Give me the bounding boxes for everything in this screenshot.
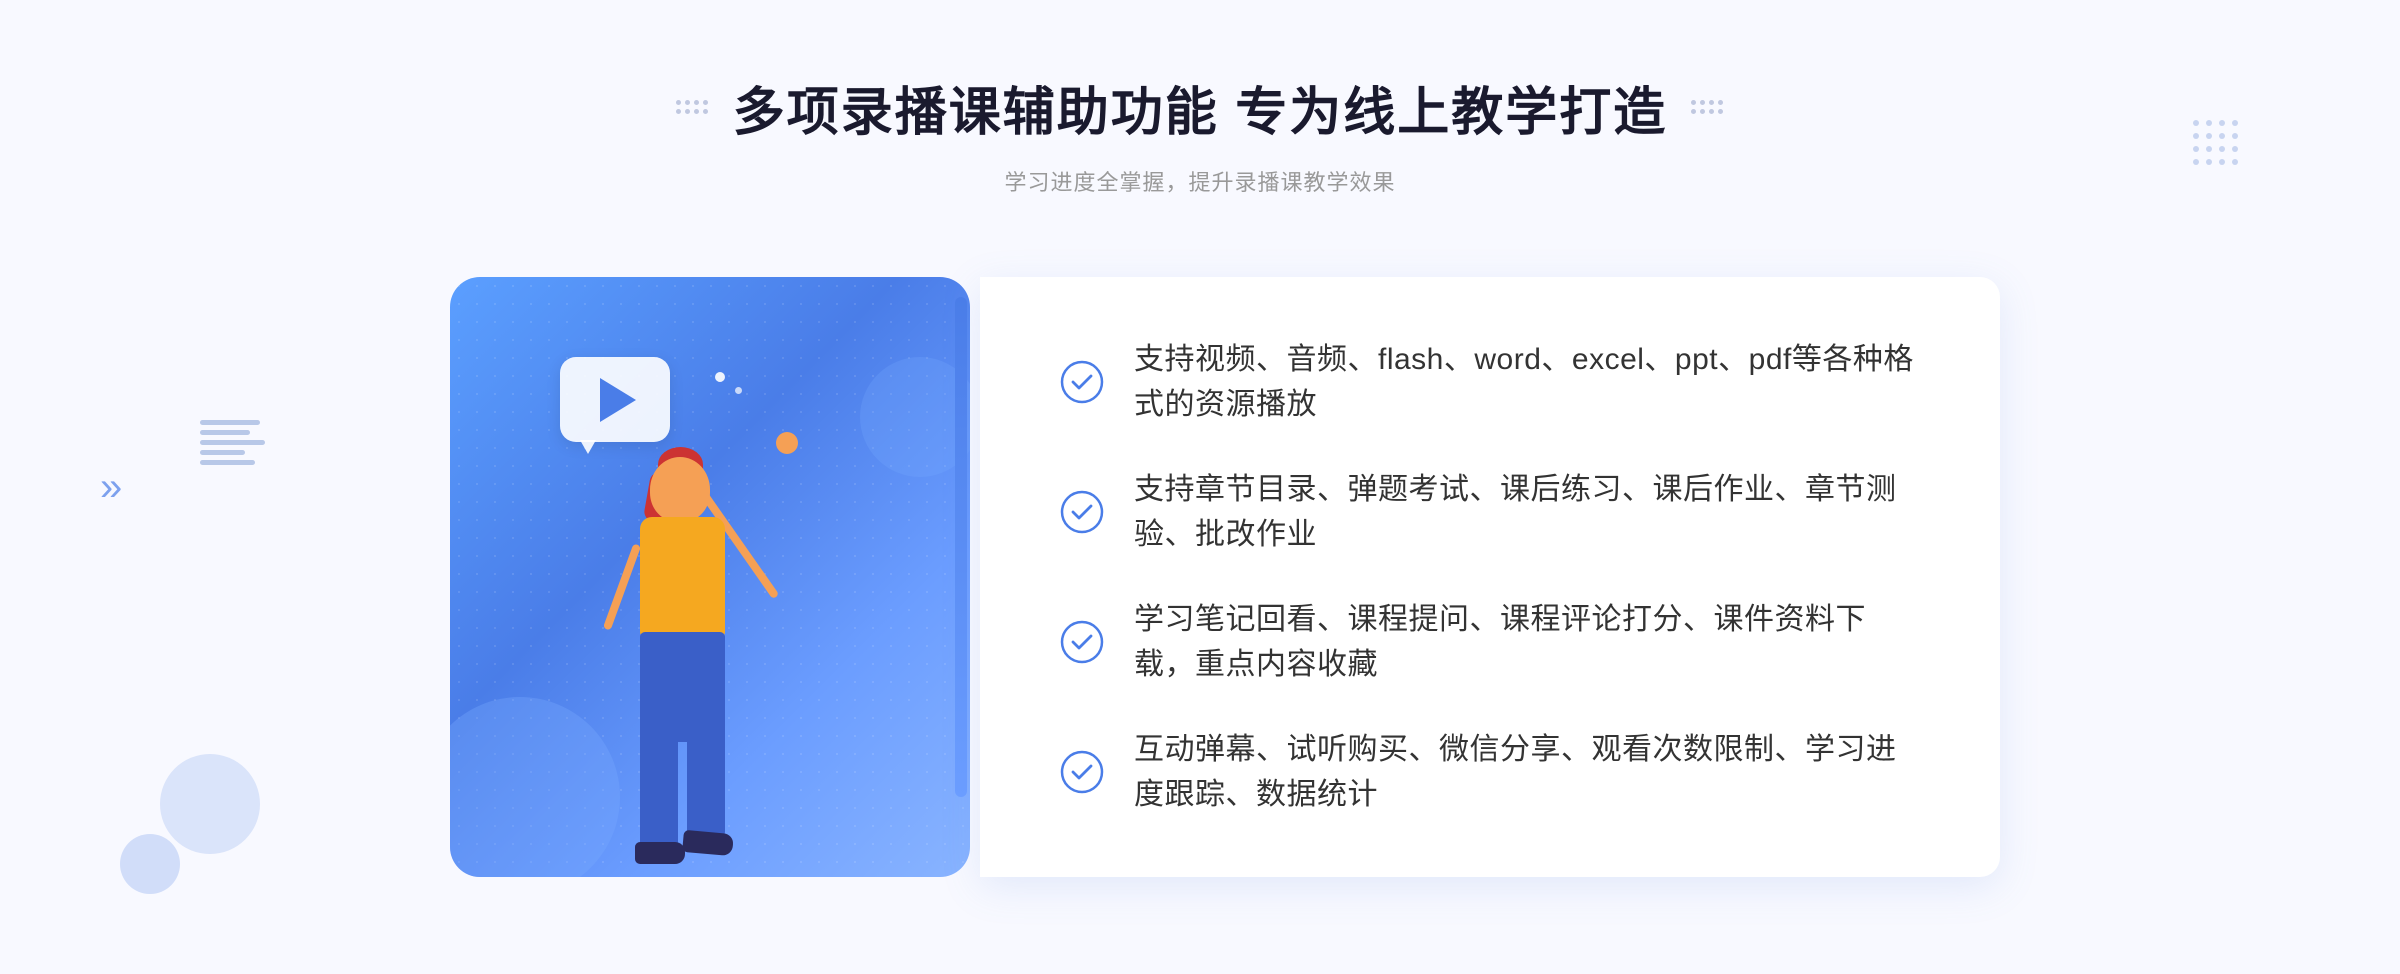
illustration-bg — [450, 277, 970, 877]
feature-text-1: 支持视频、音频、flash、word、excel、ppt、pdf等各种格式的资源… — [1134, 337, 1920, 427]
outer-deco-right — [2193, 120, 2240, 167]
stripe-lines — [200, 420, 265, 465]
header-section: 多项录播课辅助功能 专为线上教学打造 学习进度全掌握，提升录播课教学效果 — [676, 0, 1724, 197]
page-title: 多项录播课辅助功能 专为线上教学打造 — [733, 70, 1667, 145]
figure-pants — [640, 632, 725, 742]
blue-accent-bar — [955, 297, 967, 797]
feature-item-4: 互动弹幕、试听购买、微信分享、观看次数限制、学习进度跟踪、数据统计 — [1060, 717, 1920, 827]
left-deco-circle-2 — [120, 834, 180, 894]
deco-circle-medium — [860, 357, 970, 477]
figure-body — [640, 517, 725, 637]
content-area: 支持视频、音频、flash、word、excel、ppt、pdf等各种格式的资源… — [400, 247, 2000, 927]
feature-item-1: 支持视频、音频、flash、word、excel、ppt、pdf等各种格式的资源… — [1060, 327, 1920, 437]
dot-grid-right — [1691, 100, 1724, 115]
sparkle-1 — [715, 372, 725, 382]
right-decorative-dots — [1691, 100, 1724, 115]
stripe-2 — [200, 430, 250, 435]
sparkle-2 — [735, 387, 742, 394]
left-arrows: » — [100, 467, 122, 507]
check-icon-4 — [1060, 750, 1104, 794]
page-container: 多项录播课辅助功能 专为线上教学打造 学习进度全掌握，提升录播课教学效果 — [0, 0, 2400, 974]
check-icon-2 — [1060, 490, 1104, 534]
figure-arm-down — [603, 543, 641, 630]
figure-leg-right — [687, 737, 725, 837]
figure-shoe-right — [682, 830, 734, 856]
stripe-1 — [200, 420, 260, 425]
stripe-5 — [200, 460, 255, 465]
feature-text-4: 互动弹幕、试听购买、微信分享、观看次数限制、学习进度跟踪、数据统计 — [1134, 727, 1920, 817]
outer-dot-grid — [2193, 120, 2240, 167]
left-deco-stripes — [200, 420, 265, 465]
check-icon-1 — [1060, 360, 1104, 404]
feature-text-2: 支持章节目录、弹题考试、课后练习、课后作业、章节测验、批改作业 — [1134, 467, 1920, 557]
features-card: 支持视频、音频、flash、word、excel、ppt、pdf等各种格式的资源… — [980, 277, 2000, 877]
left-decorative-dots — [676, 100, 709, 115]
chevron-arrow-icon: » — [100, 467, 122, 507]
feature-text-3: 学习笔记回看、课程提问、课程评论打分、课件资料下载，重点内容收藏 — [1134, 597, 1920, 687]
page-subtitle: 学习进度全掌握，提升录播课教学效果 — [676, 165, 1724, 197]
left-deco-circle — [160, 754, 260, 854]
feature-item-2: 支持章节目录、弹题考试、课后练习、课后作业、章节测验、批改作业 — [1060, 457, 1920, 567]
header-title-row: 多项录播课辅助功能 专为线上教学打造 — [676, 70, 1724, 145]
check-icon-3 — [1060, 620, 1104, 664]
stripe-3 — [200, 440, 265, 445]
feature-item-3: 学习笔记回看、课程提问、课程评论打分、课件资料下载，重点内容收藏 — [1060, 587, 1920, 697]
figure-shoe-left — [635, 842, 685, 864]
illustration-section — [400, 247, 980, 927]
dot-grid-left — [676, 100, 709, 115]
figure-leg-left — [640, 737, 678, 847]
stripe-4 — [200, 450, 245, 455]
figure-hand — [776, 432, 798, 454]
